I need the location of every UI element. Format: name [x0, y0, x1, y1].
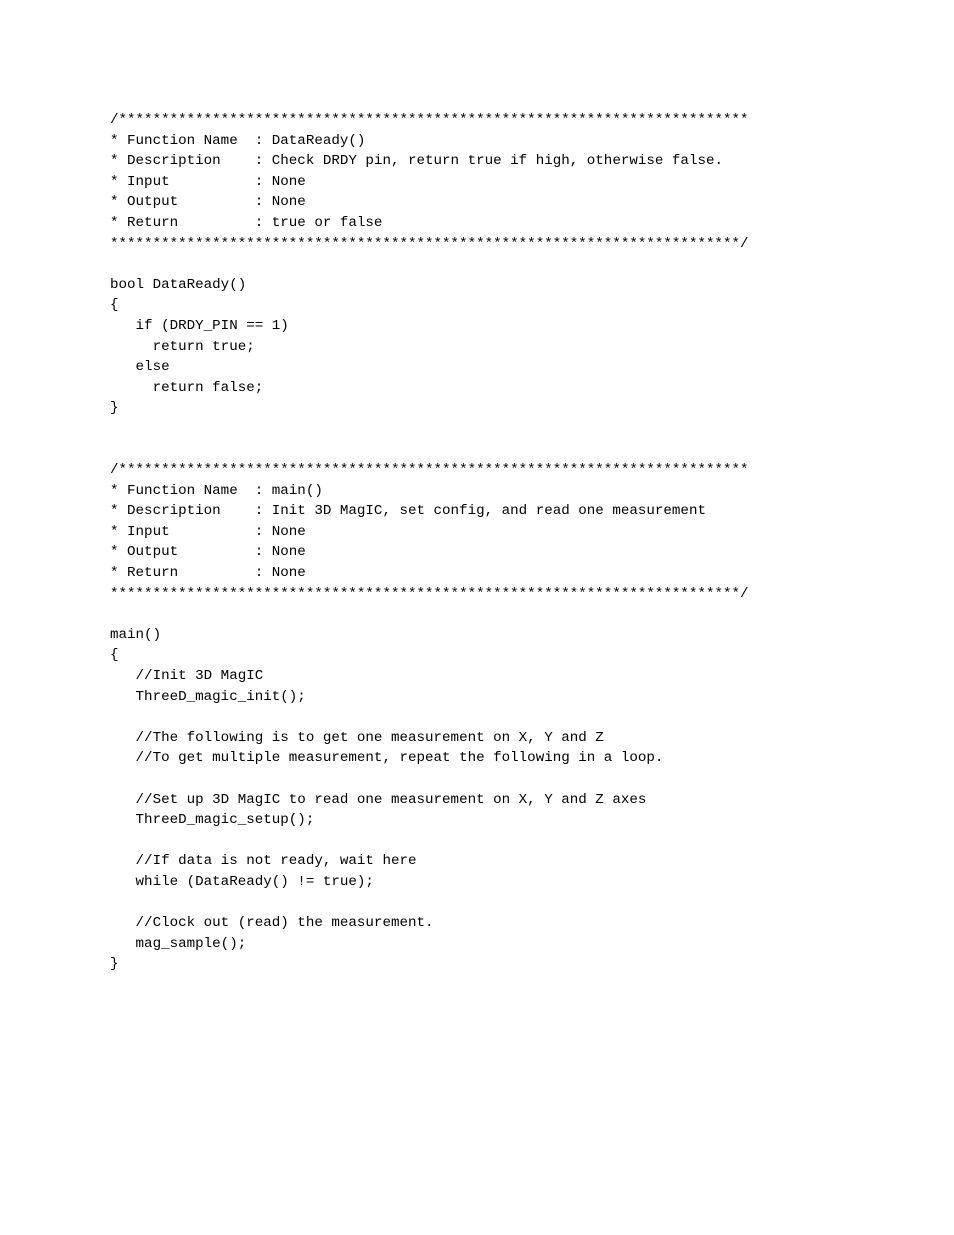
- code-block: /***************************************…: [110, 112, 749, 972]
- code-document: /***************************************…: [0, 0, 954, 975]
